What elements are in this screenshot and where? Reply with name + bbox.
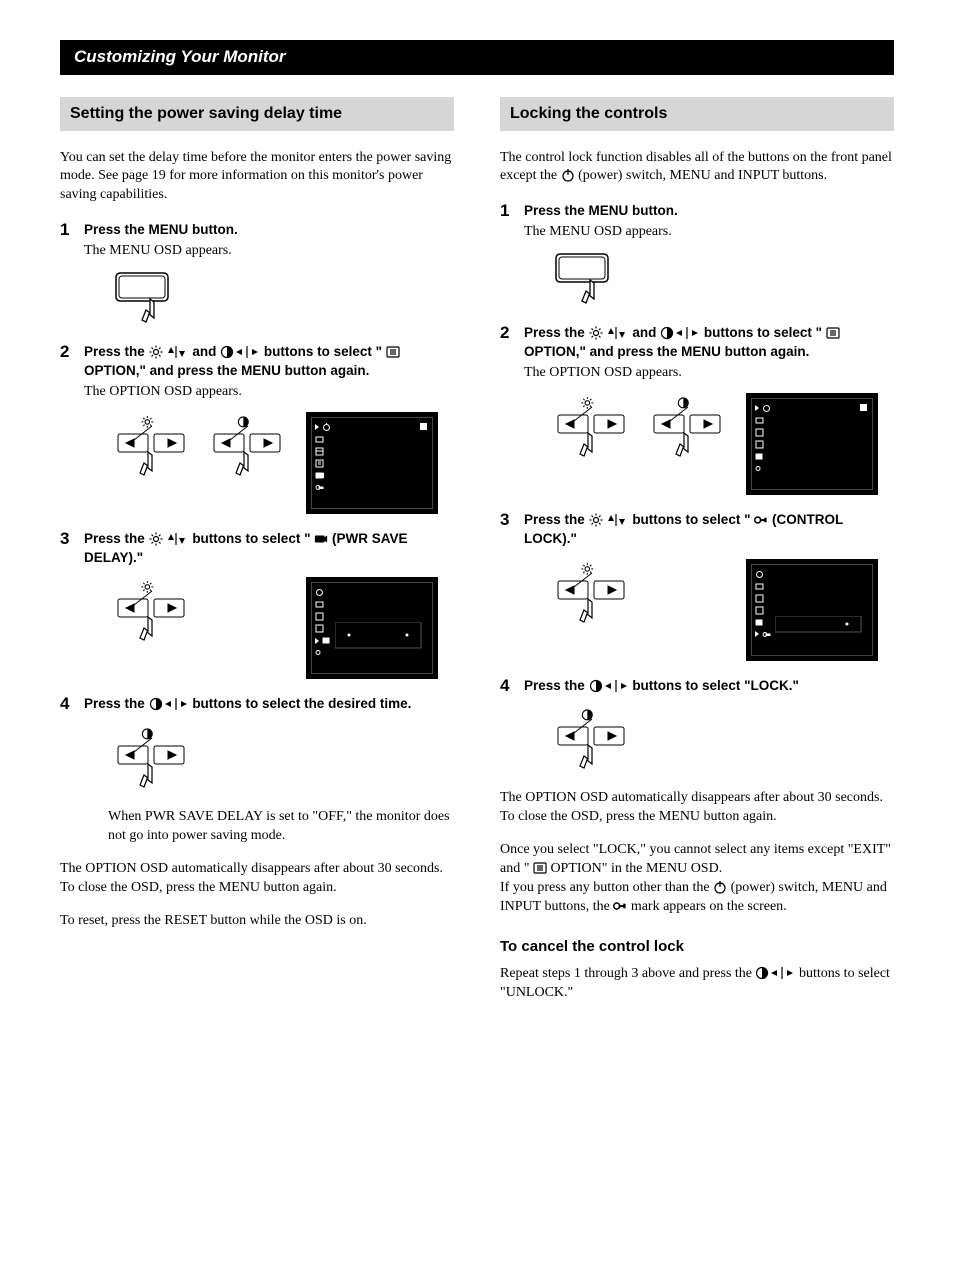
contrast-icon (589, 679, 603, 693)
right-step-2: Press the and buttons to select " OPTION… (500, 324, 894, 495)
left-step4-title: Press the buttons to select the desired … (84, 695, 454, 714)
left-step-4: Press the buttons to select the desired … (60, 695, 454, 846)
left-step2-title: Press the and buttons to select " OPTION… (84, 343, 454, 381)
contrast-icon (220, 345, 234, 359)
right-step1-body: The MENU OSD appears. (524, 223, 894, 242)
pwrsave-off-note: When PWR SAVE DELAY is set to "OFF," the… (108, 808, 454, 846)
lock-icon (613, 899, 627, 913)
osd-lock-r (746, 559, 878, 661)
power-icon (561, 168, 575, 182)
left-step-1: Press the MENU button. The MENU OSD appe… (60, 221, 454, 329)
right-intro: The control lock function disables all o… (500, 149, 894, 187)
cancel-lock-body: Repeat steps 1 through 3 above and press… (500, 965, 894, 1003)
left-step-2: Press the and buttons to select " OPTION… (60, 343, 454, 514)
left-step1-body: The MENU OSD appears. (84, 242, 454, 261)
right-step-1: Press the MENU button. The MENU OSD appe… (500, 202, 894, 310)
sun-icon (589, 326, 603, 340)
left-steps: Press the MENU button. The MENU OSD appe… (60, 221, 454, 846)
left-step2-body: The OPTION OSD appears. (84, 383, 454, 402)
power-icon (713, 880, 727, 894)
sun-icon (589, 513, 603, 527)
right-step-3: Press the buttons to select " (CONTROL L… (500, 511, 894, 661)
updown-icon (163, 532, 189, 546)
osd-screen-option (306, 412, 438, 514)
left-reset: To reset, press the RESET button while t… (60, 912, 454, 931)
left-section-title: Setting the power saving delay time (60, 97, 454, 131)
contrast-icon (755, 966, 769, 980)
left-step1-title: Press the MENU button. (84, 221, 454, 240)
right-step2-body: The OPTION OSD appears. (524, 364, 894, 383)
left-step3-diagram (114, 577, 454, 679)
right-step-4: Press the buttons to select "LOCK." (500, 677, 894, 776)
updown-icon (163, 345, 189, 359)
right-step1-title: Press the MENU button. (524, 202, 894, 221)
left-step3-title: Press the buttons to select " (PWR SAVE … (84, 530, 454, 568)
left-step4-diagram (114, 724, 454, 794)
button-pair-2 (210, 412, 288, 482)
left-step-3: Press the buttons to select " (PWR SAVE … (60, 530, 454, 680)
leftright-icon (234, 345, 260, 359)
leftright-icon (603, 679, 629, 693)
lock-icon (754, 513, 768, 527)
right-steps: Press the MENU button. The MENU OSD appe… (500, 202, 894, 775)
menu-button-diagram (114, 271, 454, 329)
button-single-sun (114, 577, 192, 647)
right-step3-title: Press the buttons to select " (CONTROL L… (524, 511, 894, 549)
right-step2-title: Press the and buttons to select " OPTION… (524, 324, 894, 362)
button-pair-1 (114, 412, 192, 482)
option-icon (533, 861, 547, 875)
right-section-title: Locking the controls (500, 97, 894, 131)
osd-option-r (746, 393, 878, 495)
sun-icon (149, 532, 163, 546)
left-column: Setting the power saving delay time You … (60, 97, 454, 1017)
cancel-lock-head: To cancel the control lock (500, 937, 894, 957)
left-step2-diagram (114, 412, 454, 514)
right-column: Locking the controls The control lock fu… (500, 97, 894, 1017)
leftright-icon (769, 966, 795, 980)
osd-screen-pwrsave (306, 577, 438, 679)
right-step4-diagram (554, 705, 894, 775)
right-lock-consequence: Once you select "LOCK," you cannot selec… (500, 841, 894, 917)
pwrsave-icon (314, 532, 328, 546)
leftright-icon (674, 326, 700, 340)
left-intro: You can set the delay time before the mo… (60, 149, 454, 206)
right-step3-diagram (554, 559, 894, 661)
contrast-icon (149, 697, 163, 711)
updown-icon (603, 326, 629, 340)
right-step2-diagram (554, 393, 894, 495)
sun-icon (149, 345, 163, 359)
contrast-icon (660, 326, 674, 340)
leftright-icon (163, 697, 189, 711)
left-auto-close: The OPTION OSD automatically disappears … (60, 860, 454, 898)
columns: Setting the power saving delay time You … (60, 97, 894, 1017)
right-auto-close: The OPTION OSD automatically disappears … (500, 789, 894, 827)
menu-button-diagram-r (554, 252, 894, 310)
option-icon (826, 326, 840, 340)
right-step4-title: Press the buttons to select "LOCK." (524, 677, 894, 696)
banner-title: Customizing Your Monitor (60, 40, 894, 75)
option-icon (386, 345, 400, 359)
updown-icon (603, 513, 629, 527)
